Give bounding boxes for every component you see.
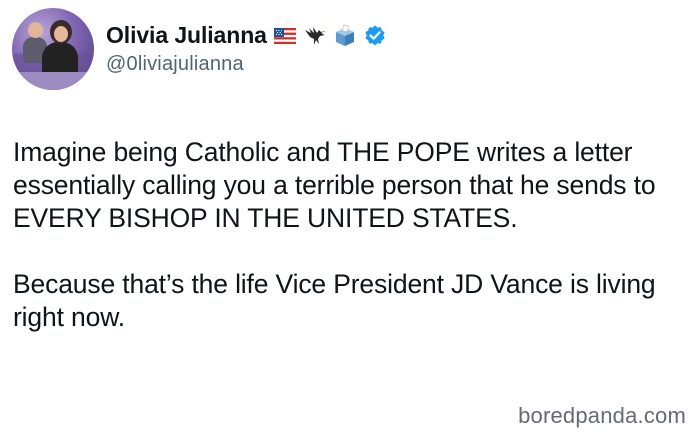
tweet-paragraph: Because that’s the life Vice President J…	[13, 269, 656, 332]
name-row: Olivia Julianna	[106, 22, 387, 49]
avatar-figure	[12, 72, 94, 90]
eagle-icon	[304, 26, 326, 45]
tweet-paragraph: Imagine being Catholic and THE POPE writ…	[13, 137, 656, 233]
ballot-box-icon	[335, 24, 354, 46]
tweet-text: Imagine being Catholic and THE POPE writ…	[13, 136, 693, 367]
us-flag-icon	[273, 27, 296, 44]
avatar-figure	[28, 22, 43, 38]
verified-badge-icon	[365, 25, 385, 45]
tweet-card: Olivia Julianna @0liviajulianna Imagine …	[0, 0, 700, 437]
avatar[interactable]	[12, 8, 94, 90]
watermark: boredpanda.com	[518, 403, 686, 428]
tweet-header: Olivia Julianna @0liviajulianna	[12, 7, 387, 91]
user-handle[interactable]: @0liviajulianna	[106, 53, 387, 76]
user-info: Olivia Julianna @0liviajulianna	[106, 22, 387, 76]
avatar-figure	[54, 26, 68, 42]
display-name[interactable]: Olivia Julianna	[106, 22, 267, 49]
